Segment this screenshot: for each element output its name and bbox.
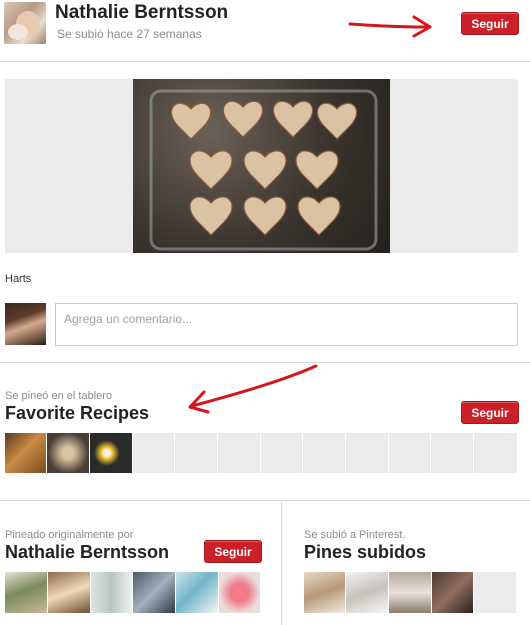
baby-photo-icon (8, 11, 40, 40)
divider (0, 61, 530, 62)
uploaded-thumbnail[interactable] (432, 572, 473, 613)
user-avatar (5, 303, 46, 345)
board-thumbnails[interactable] (5, 433, 517, 473)
board-thumbnail[interactable] (47, 433, 89, 473)
board-thumbnail-empty (133, 433, 174, 473)
comment-input[interactable]: Agrega un comentario... (55, 303, 518, 346)
pin-image-frame (5, 79, 518, 253)
uploaded-to-label: Se subió a Pinterest. (304, 529, 406, 541)
follow-original-pinner-button[interactable]: Seguir (204, 540, 262, 563)
uploaded-board-name[interactable]: Pines subidos (304, 542, 426, 563)
pinner-thumbnail[interactable] (48, 572, 90, 613)
uploaded-thumbnail[interactable] (346, 572, 388, 613)
board-thumbnail[interactable] (90, 433, 132, 473)
pinner-thumbnail[interactable] (91, 572, 132, 613)
original-pinner-name[interactable]: Nathalie Berntsson (5, 542, 169, 563)
board-thumbnail-empty (474, 433, 517, 473)
board-thumbnail-empty (303, 433, 345, 473)
board-thumbnail-empty (175, 433, 217, 473)
board-thumbnail-empty (261, 433, 302, 473)
annotation-arrow-right-icon (348, 15, 432, 38)
board-thumbnail-empty (389, 433, 430, 473)
board-thumbnail-empty (218, 433, 260, 473)
pinner-thumbnail[interactable] (5, 572, 47, 613)
board-name[interactable]: Favorite Recipes (5, 403, 149, 424)
comment-placeholder: Agrega un comentario... (64, 312, 193, 326)
uploaded-thumbnail[interactable] (389, 572, 431, 613)
pin-image[interactable] (133, 79, 390, 253)
upload-time: Se subió hace 27 semanas (57, 27, 202, 41)
original-pinner-label: Pineado originalmente por (5, 529, 134, 541)
uploaded-thumbnail[interactable] (304, 572, 345, 613)
annotation-arrow-left-icon (188, 364, 318, 414)
pinner-thumbnail[interactable] (176, 572, 218, 613)
board-thumbnail-empty (431, 433, 473, 473)
original-pinner-thumbnails[interactable] (5, 572, 260, 613)
column-divider (281, 501, 282, 625)
board-thumbnail-empty (346, 433, 388, 473)
board-thumbnail[interactable] (5, 433, 46, 473)
cinnamon-rolls-photo-icon (149, 89, 378, 251)
pinner-avatar[interactable] (4, 2, 46, 44)
pinner-thumbnail[interactable] (133, 572, 175, 613)
uploaded-thumbnail-empty (474, 572, 516, 613)
follow-pinner-button[interactable]: Seguir (461, 12, 519, 35)
pinner-name[interactable]: Nathalie Berntsson (55, 2, 228, 24)
pinner-thumbnail[interactable] (219, 572, 260, 613)
divider (0, 500, 530, 501)
uploaded-thumbnails[interactable] (304, 572, 516, 613)
pinned-to-label: Se pineó en el tablero (5, 390, 113, 402)
follow-board-button[interactable]: Seguir (461, 401, 519, 424)
pin-description: Harts (5, 273, 32, 285)
